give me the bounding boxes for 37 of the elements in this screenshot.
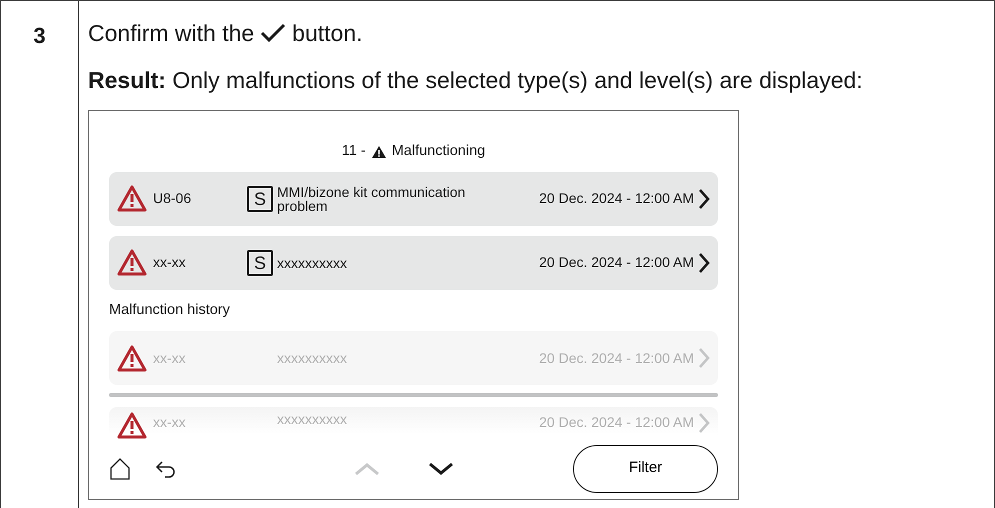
home-button[interactable] xyxy=(109,456,131,480)
malfunction-item[interactable]: xx-xx S xxxxxxxxxx 20 Dec. 2024 - 12:00 AM xyxy=(109,236,718,290)
chevron-right-icon xyxy=(698,252,710,274)
warning-icon xyxy=(117,185,147,212)
instruction-text: Confirm with the xyxy=(88,18,254,48)
malfunction-code: xx-xx xyxy=(152,253,187,272)
chevron-right-icon xyxy=(698,188,710,210)
malfunction-date: 20 Dec. 2024 - 12:00 AM xyxy=(539,413,694,432)
instruction-text: button. xyxy=(292,18,363,48)
warning-icon xyxy=(117,249,147,276)
step-number: 3 xyxy=(0,1,79,508)
checkmark-icon xyxy=(260,23,286,43)
warning-icon xyxy=(117,412,147,440)
malfunction-description: xxxxxxxxxx xyxy=(277,256,348,270)
back-button[interactable] xyxy=(155,460,177,478)
malfunction-date: 20 Dec. 2024 - 12:00 AM xyxy=(539,189,694,208)
malfunction-count: 11 - xyxy=(342,142,366,161)
chevron-right-icon xyxy=(698,347,710,370)
warning-icon xyxy=(372,146,386,158)
scroll-down-button[interactable] xyxy=(428,462,454,476)
warning-icon xyxy=(117,344,147,372)
malfunction-code: xx-xx xyxy=(152,348,187,368)
malfunction-description: MMI/bizone kit communication problem xyxy=(277,184,466,212)
service-badge: S xyxy=(247,186,273,212)
screen-title: Malfunctioning xyxy=(392,142,486,161)
malfunction-date: 20 Dec. 2024 - 12:00 AM xyxy=(539,253,694,272)
malfunction-item[interactable]: U8-06 S MMI/bizone kit communication problem 20 Dec. 2024 - 12:00 AM xyxy=(109,172,718,226)
chevron-right-icon xyxy=(698,412,710,434)
service-badge: S xyxy=(247,250,273,276)
malfunction-date: 20 Dec. 2024 - 12:00 AM xyxy=(539,348,694,368)
filter-button[interactable]: Filter xyxy=(573,444,718,492)
malfunction-code: xx-xx xyxy=(152,413,187,432)
malfunction-description: xxxxxxxxxx xyxy=(277,351,348,366)
section-label: Malfunction history xyxy=(109,300,231,320)
result-text: Result: Only malfunctions of the selected type(s) and level(s) are displayed: xyxy=(88,66,864,95)
malfunction-description: xxxxxxxxxx xyxy=(277,412,348,426)
malfunction-code: U8-06 xyxy=(152,189,192,208)
